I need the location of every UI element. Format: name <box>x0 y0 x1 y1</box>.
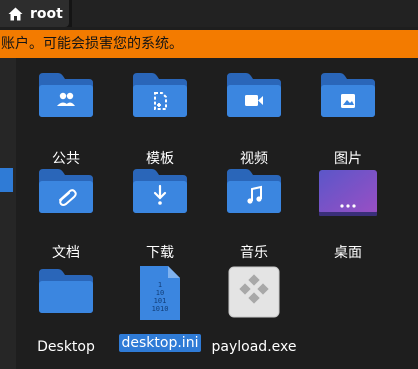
pictures-folder-icon <box>302 72 394 130</box>
folder-icon <box>20 268 112 326</box>
template-folder-icon <box>114 72 206 130</box>
sidebar-selected-item[interactable] <box>0 168 13 192</box>
file-label: 音乐 <box>240 245 268 261</box>
file-label: payload.exe <box>211 339 297 355</box>
file-label: 视频 <box>240 151 268 167</box>
file-label: 下载 <box>146 245 174 261</box>
svg-text:10: 10 <box>156 289 164 297</box>
breadcrumb-label: root <box>30 5 63 22</box>
documents-folder-icon <box>20 168 112 226</box>
file-label: 桌面 <box>334 245 362 261</box>
svg-text:1010: 1010 <box>152 305 169 313</box>
desktop-folder-icon <box>302 168 394 226</box>
executable-file-icon <box>208 266 300 324</box>
share-folder-icon <box>20 72 112 130</box>
file-label: 模板 <box>146 151 174 167</box>
video-folder-icon <box>208 72 300 130</box>
breadcrumb-root[interactable]: root <box>0 0 69 27</box>
path-bar-empty <box>72 0 418 27</box>
file-label: desktop.ini <box>114 334 206 352</box>
file-label: 图片 <box>334 151 362 167</box>
file-label: 公共 <box>52 151 80 167</box>
root-warning-banner: 账户。可能会损害您的系统。 <box>0 30 418 58</box>
sidebar <box>0 58 16 369</box>
home-icon <box>8 7 23 21</box>
binary-file-icon: 1 10 101 1010 <box>114 264 206 322</box>
music-folder-icon <box>208 168 300 226</box>
file-label: 文档 <box>52 245 80 261</box>
svg-text:1: 1 <box>158 281 162 289</box>
file-label: Desktop <box>37 339 95 355</box>
file-grid: 公共 模板 视频 图片 文档 下载 音乐 桌面 Desktop 1 10 101… <box>16 58 418 369</box>
svg-text:101: 101 <box>154 297 167 305</box>
path-bar: root <box>0 0 418 27</box>
download-folder-icon <box>114 168 206 226</box>
